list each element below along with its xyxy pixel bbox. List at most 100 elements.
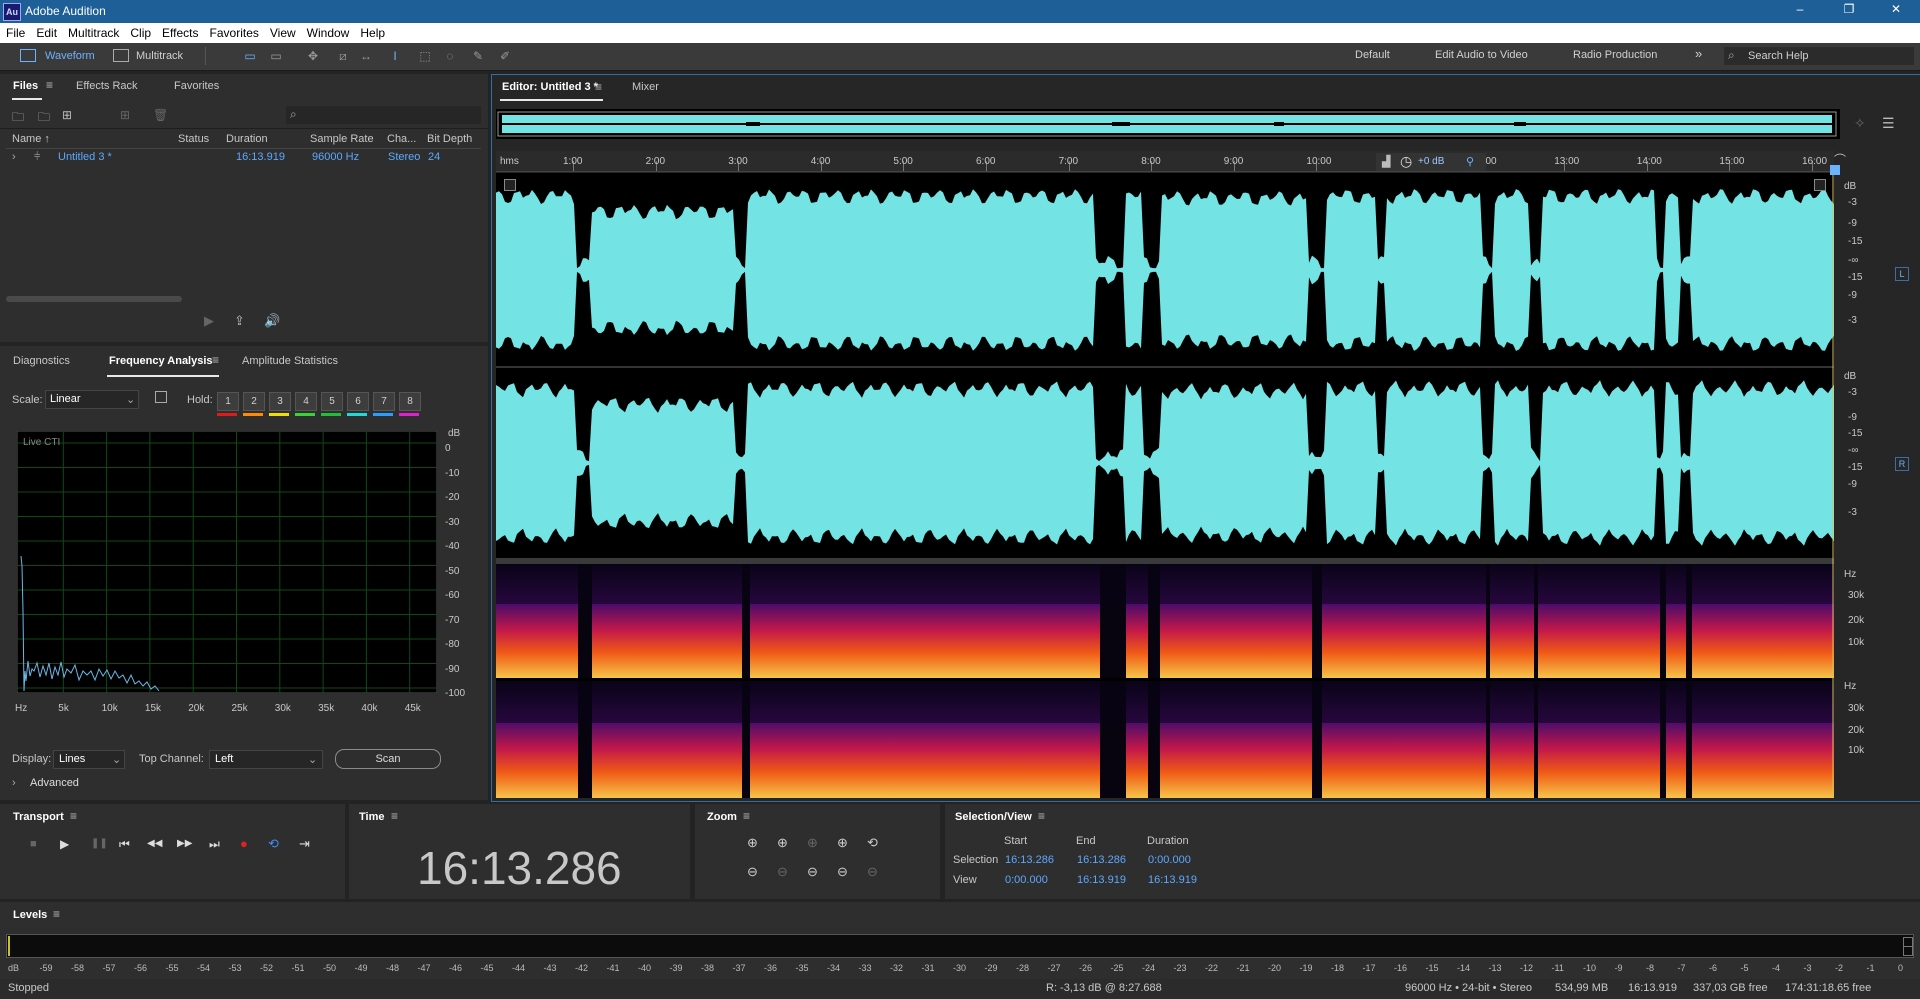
panel-menu-icon[interactable]: ≡: [53, 907, 60, 921]
skip-to-end-icon[interactable]: ⏭: [209, 837, 220, 852]
menu-window[interactable]: Window: [301, 23, 355, 40]
timeline-ruler[interactable]: hms 1:00 2:00 3:00 4:00 5:00 6:00 7:00 8:00 9:00…: [496, 151, 1834, 172]
col-status[interactable]: Status: [178, 133, 209, 145]
playhead-marker[interactable]: [1830, 165, 1840, 175]
fade-out-handle[interactable]: [1814, 179, 1826, 191]
zoom-out-full-icon[interactable]: ✧: [1854, 115, 1866, 132]
col-duration[interactable]: Duration: [226, 133, 268, 145]
tab-frequency-analysis[interactable]: Frequency Analysis: [109, 355, 213, 367]
fast-forward-icon[interactable]: ▶▶: [177, 838, 192, 849]
lasso-tool-icon[interactable]: ◌: [442, 48, 458, 64]
files-search-input[interactable]: ⌕: [286, 106, 481, 124]
advanced-toggle[interactable]: Advanced: [30, 777, 79, 789]
horizontal-scrollbar[interactable]: [6, 296, 182, 302]
overview-waveform[interactable]: [496, 109, 1840, 139]
panel-menu-icon[interactable]: ≡: [595, 80, 602, 94]
hold-button-7[interactable]: 7: [373, 392, 395, 411]
search-help-input[interactable]: Search Help: [1748, 50, 1809, 62]
col-name[interactable]: Name ↑: [12, 133, 50, 145]
waveform-button[interactable]: Waveform: [45, 48, 95, 64]
workspace-edit-audio-to-video[interactable]: Edit Audio to Video: [1435, 49, 1528, 61]
zoom-reset-icon[interactable]: ⟲: [867, 835, 878, 851]
spectral-frequency-icon[interactable]: ▭: [242, 48, 258, 64]
panel-menu-icon[interactable]: ≡: [70, 809, 77, 823]
slip-tool-icon[interactable]: ↔: [358, 48, 374, 64]
chevron-right-icon[interactable]: ›: [12, 777, 16, 789]
panel-menu-icon[interactable]: ≡: [46, 78, 53, 92]
pin-icon[interactable]: ⚲: [1466, 155, 1474, 168]
time-selection-tool-icon[interactable]: I: [387, 48, 403, 64]
search-help-box[interactable]: ⌕ Search Help: [1724, 47, 1914, 65]
expand-chevron-icon[interactable]: ›: [12, 151, 16, 163]
play-icon[interactable]: ▶: [60, 837, 69, 851]
workspace-radio-production[interactable]: Radio Production: [1573, 49, 1657, 61]
tab-mixer[interactable]: Mixer: [632, 81, 659, 93]
new-file-icon[interactable]: ⊞: [62, 108, 72, 122]
skip-to-start-icon[interactable]: ⏮: [119, 837, 130, 852]
razor-tool-icon[interactable]: ⧄: [335, 48, 351, 64]
zoom-in-amplitude-icon[interactable]: ⊕: [747, 835, 758, 851]
open-file-icon[interactable]: 🗀: [12, 108, 24, 129]
tab-favorites[interactable]: Favorites: [174, 80, 219, 92]
spectral-divider[interactable]: [496, 558, 1834, 564]
view-duration[interactable]: 16:13.919: [1148, 874, 1197, 886]
selection-start[interactable]: 16:13.286: [1005, 854, 1054, 866]
tab-editor[interactable]: Editor: Untitled 3 *: [502, 81, 598, 93]
workspace-default[interactable]: Default: [1355, 49, 1390, 61]
col-channels[interactable]: Cha...: [387, 133, 416, 145]
stop-icon[interactable]: ■: [30, 838, 37, 850]
maximize-button[interactable]: ❐: [1829, 2, 1869, 20]
hold-button-5[interactable]: 5: [321, 392, 343, 411]
tab-effects-rack[interactable]: Effects Rack: [76, 80, 138, 92]
hold-button-8[interactable]: 8: [399, 392, 421, 411]
file-name[interactable]: Untitled 3 *: [58, 151, 112, 163]
zoom-selection-icon[interactable]: ⊕: [837, 835, 848, 851]
record-icon[interactable]: ●: [240, 836, 248, 851]
skip-selection-icon[interactable]: ⇥: [299, 836, 310, 852]
hold-button-1[interactable]: 1: [217, 392, 239, 411]
move-tool-icon[interactable]: ✥: [305, 48, 321, 64]
tab-amplitude-statistics[interactable]: Amplitude Statistics: [242, 355, 338, 367]
col-bit-depth[interactable]: Bit Depth: [427, 133, 472, 145]
minimize-button[interactable]: –: [1780, 2, 1820, 20]
panel-menu-icon[interactable]: ≡: [743, 809, 750, 823]
spectral-pitch-icon[interactable]: ▭: [268, 48, 284, 64]
zoom-in-time-icon[interactable]: ⊕: [777, 835, 788, 851]
hold-button-3[interactable]: 3: [269, 392, 291, 411]
channel-right-toggle[interactable]: R: [1895, 457, 1909, 471]
menu-effects[interactable]: Effects: [156, 23, 203, 40]
menu-favorites[interactable]: Favorites: [204, 23, 264, 40]
rewind-icon[interactable]: ◀◀: [147, 838, 162, 849]
menu-edit[interactable]: Edit: [30, 23, 62, 40]
copy-icon[interactable]: [155, 391, 167, 403]
panel-menu-icon[interactable]: ≡: [212, 353, 219, 367]
gain-knob-icon[interactable]: ◷: [1400, 153, 1412, 170]
panel-menu-icon[interactable]: ≡: [1038, 809, 1045, 823]
top-channel-dropdown[interactable]: Left ⌄: [209, 750, 323, 769]
display-dropdown[interactable]: Lines ⌄: [53, 750, 125, 769]
zoom-out-amplitude-icon[interactable]: ⊖: [747, 864, 758, 880]
selection-duration[interactable]: 0:00.000: [1148, 854, 1191, 866]
zoom-out-full-time-icon[interactable]: ⊖: [837, 864, 848, 880]
spot-healing-tool-icon[interactable]: ✐: [497, 48, 513, 64]
loop-playback-icon[interactable]: ⟲: [268, 836, 279, 852]
loop-preview-icon[interactable]: ⇪: [234, 313, 245, 329]
selection-end[interactable]: 16:13.286: [1077, 854, 1126, 866]
marquee-tool-icon[interactable]: ⬚: [417, 48, 433, 64]
waveform-display[interactable]: [496, 173, 1834, 798]
hold-button-6[interactable]: 6: [347, 392, 369, 411]
menu-multitrack[interactable]: Multitrack: [62, 23, 124, 40]
channel-left-toggle[interactable]: L: [1895, 267, 1909, 281]
speaker-icon[interactable]: 🔊: [264, 313, 280, 329]
menu-help[interactable]: Help: [354, 23, 390, 40]
brush-tool-icon[interactable]: ✎: [470, 48, 486, 64]
clip-indicator-right[interactable]: [1903, 946, 1913, 956]
layout-icon[interactable]: ☰: [1882, 115, 1895, 132]
import-file-icon[interactable]: 🗀: [38, 108, 50, 129]
hud-gain-value[interactable]: +0 dB: [1418, 156, 1444, 167]
view-end[interactable]: 16:13.919: [1077, 874, 1126, 886]
menu-view[interactable]: View: [264, 23, 301, 40]
menu-clip[interactable]: Clip: [124, 23, 156, 40]
workspace-overflow-icon[interactable]: »: [1695, 46, 1702, 61]
close-button[interactable]: ✕: [1876, 2, 1916, 20]
